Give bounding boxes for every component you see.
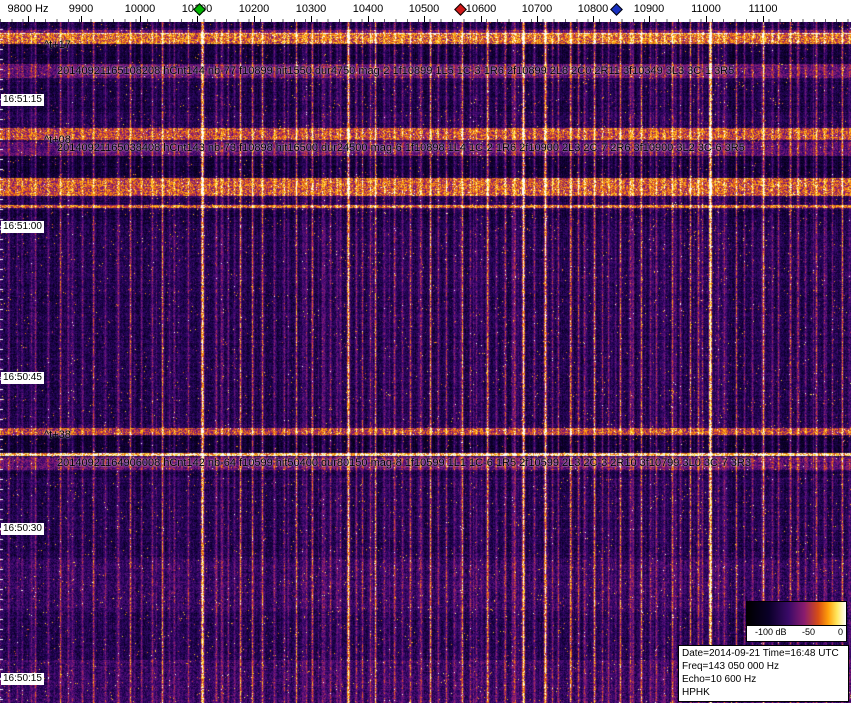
event-detail-text: 20140921165038408 hCnt143 nb-73 f10898 h… bbox=[57, 142, 745, 154]
db-label-max: 0 bbox=[837, 627, 843, 637]
freq-label: 10000 bbox=[124, 3, 156, 15]
event-detail-text: 20140921165108208 hCnt144 nb-77 f10899 h… bbox=[57, 65, 735, 77]
freq-label: 10400 bbox=[352, 3, 384, 15]
db-scale-labels: -100 dB -50 0 bbox=[747, 626, 846, 640]
freq-major-tick bbox=[368, 16, 369, 22]
freq-major-tick bbox=[140, 16, 141, 22]
freq-label: 10300 bbox=[295, 3, 327, 15]
freq-major-tick bbox=[481, 16, 482, 22]
freq-label: 10700 bbox=[521, 3, 553, 15]
blue-diamond-marker-icon[interactable] bbox=[610, 3, 623, 16]
freq-label: 11100 bbox=[748, 3, 778, 15]
spectrogram-app-window: 9800 Hz990010000101001020010300104001050… bbox=[0, 0, 851, 703]
freq-major-tick bbox=[28, 16, 29, 22]
freq-major-tick bbox=[537, 16, 538, 22]
station-info-box: Date=2014-09-21 Time=16:48 UTC Freq=143 … bbox=[678, 645, 849, 702]
db-label-mid: -50 bbox=[802, 627, 816, 637]
freq-major-tick bbox=[763, 16, 764, 22]
info-frequency: Freq=143 050 000 Hz bbox=[682, 661, 780, 672]
freq-label: 10200 bbox=[238, 3, 270, 15]
freq-major-tick bbox=[197, 16, 198, 22]
info-echo: Echo=10 600 Hz bbox=[682, 674, 757, 685]
event-time-offset-label: ^t+17 bbox=[44, 39, 71, 51]
event-detail-text: 20140921164906008 hCnt142 nb-64 f10599 h… bbox=[57, 457, 751, 469]
freq-label: 11000 bbox=[691, 3, 721, 15]
info-date-time: Date=2014-09-21 Time=16:48 UTC bbox=[682, 648, 839, 659]
freq-label: 10900 bbox=[633, 3, 665, 15]
freq-major-tick bbox=[706, 16, 707, 22]
freq-major-tick bbox=[81, 16, 82, 22]
spectrogram-waterfall[interactable] bbox=[0, 22, 851, 703]
time-label: 16:50:30 bbox=[1, 523, 44, 535]
frequency-minor-ticks bbox=[0, 19, 851, 22]
freq-label: 10500 bbox=[408, 3, 440, 15]
freq-major-tick bbox=[649, 16, 650, 22]
freq-label: 10600 bbox=[465, 3, 497, 15]
freq-label: 10800 bbox=[577, 3, 609, 15]
event-time-offset-label: ^t+38 bbox=[44, 429, 71, 441]
db-gradient-bar bbox=[747, 602, 846, 626]
freq-major-tick bbox=[593, 16, 594, 22]
freq-major-tick bbox=[254, 16, 255, 22]
info-station-id: HPHK bbox=[682, 687, 710, 698]
db-color-scale: -100 dB -50 0 bbox=[746, 601, 847, 642]
time-label: 16:50:15 bbox=[1, 673, 44, 685]
freq-major-tick bbox=[311, 16, 312, 22]
freq-label: 9900 bbox=[68, 3, 94, 15]
frequency-axis: 9800 Hz990010000101001020010300104001050… bbox=[0, 0, 851, 22]
time-label: 16:50:45 bbox=[1, 372, 44, 384]
time-label: 16:51:00 bbox=[1, 221, 44, 233]
db-label-min: -100 dB bbox=[755, 627, 787, 637]
freq-label: 9800 Hz bbox=[7, 3, 49, 15]
freq-major-tick bbox=[424, 16, 425, 22]
time-label: 16:51:15 bbox=[1, 94, 44, 106]
